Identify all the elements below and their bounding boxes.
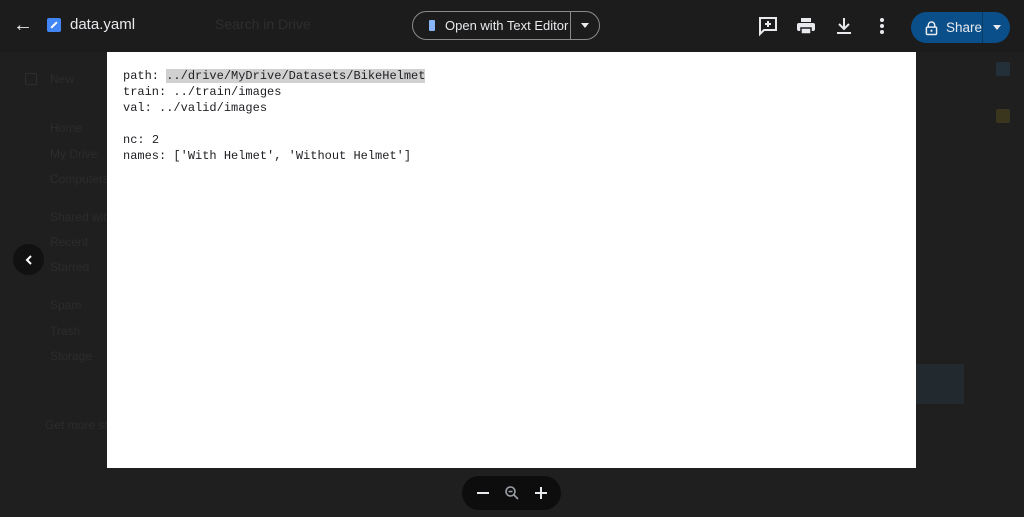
bg-item-spam: Spam — [50, 298, 82, 312]
yaml-key: names: — [123, 149, 174, 163]
chevron-down-icon — [992, 25, 1001, 30]
add-comment-icon[interactable] — [756, 14, 780, 38]
share-button-group: Share — [911, 12, 1010, 43]
file-title: data.yaml — [70, 16, 136, 33]
yaml-key: path: — [123, 69, 167, 83]
bg-keep-icon — [996, 109, 1010, 123]
bg-item-home: Home — [50, 121, 83, 135]
bg-selected-row — [916, 364, 964, 404]
share-dropdown-button[interactable] — [983, 25, 1010, 30]
background-right-panel — [916, 52, 1024, 468]
yaml-line-val: val: ../valid/images — [123, 100, 425, 116]
open-with-button-group: Open with Text Editor — [412, 11, 600, 40]
bg-item-recent: Recent — [50, 235, 89, 249]
bg-item-trash: Trash — [50, 324, 81, 338]
yaml-value: ../train/images — [173, 85, 282, 99]
bg-item-computers: Computers — [50, 172, 109, 186]
yaml-line-nc: nc: 2 — [123, 132, 425, 148]
bg-item-new: New — [50, 72, 75, 86]
yaml-line-train: train: ../train/images — [123, 84, 425, 100]
plus-icon — [25, 73, 37, 85]
yaml-line-path: path: ../drive/MyDrive/Datasets/BikeHelm… — [123, 68, 426, 84]
text-editor-icon — [429, 20, 435, 31]
zoom-out-icon[interactable] — [471, 481, 495, 505]
yaml-key: nc: — [123, 133, 152, 147]
bg-item-my-drive: My Drive — [50, 147, 98, 161]
bg-item-starred: Starred — [50, 260, 90, 274]
print-icon[interactable] — [794, 14, 818, 38]
yaml-line-names: names: ['With Helmet', 'Without Helmet'] — [123, 148, 425, 164]
chevron-left-icon — [25, 254, 32, 265]
yaml-value: ['With Helmet', 'Without Helmet'] — [173, 149, 412, 163]
share-button[interactable]: Share — [911, 12, 983, 43]
yaml-value-selected: ../drive/MyDrive/Datasets/BikeHelmet — [166, 69, 426, 83]
back-arrow-icon[interactable]: ← — [12, 14, 34, 36]
viewer-header: ← data.yaml Search in Drive Open with Te… — [0, 0, 1024, 52]
yaml-value: ../valid/images — [159, 101, 268, 115]
zoom-reset-icon[interactable] — [500, 481, 524, 505]
background-search-placeholder: Search in Drive — [215, 16, 311, 32]
zoom-in-icon[interactable] — [529, 481, 553, 505]
share-label: Share — [945, 20, 982, 35]
yaml-key: val: — [123, 101, 160, 115]
previous-file-button[interactable] — [13, 244, 44, 275]
yaml-key: train: — [123, 85, 174, 99]
lock-icon — [925, 20, 938, 35]
open-with-label: Open with Text Editor — [445, 18, 569, 33]
document-preview: path: ../drive/MyDrive/Datasets/BikeHelm… — [107, 52, 916, 468]
download-icon[interactable] — [832, 14, 856, 38]
yaml-blank-line: ​ — [123, 116, 425, 132]
zoom-controls — [462, 476, 561, 510]
caret-down-icon — [581, 23, 589, 28]
open-with-text-editor-button[interactable]: Open with Text Editor — [413, 12, 571, 39]
yaml-file-icon — [47, 18, 61, 32]
yaml-content: path: ../drive/MyDrive/Datasets/BikeHelm… — [123, 68, 426, 164]
open-with-dropdown-button[interactable] — [571, 23, 599, 28]
bg-calendar-icon — [996, 62, 1010, 76]
background-sidebar: New Home My Drive Computers Shared with … — [0, 52, 138, 517]
more-vert-icon[interactable] — [870, 14, 894, 38]
yaml-value: 2 — [151, 133, 160, 147]
bg-item-storage: Storage — [50, 349, 93, 363]
